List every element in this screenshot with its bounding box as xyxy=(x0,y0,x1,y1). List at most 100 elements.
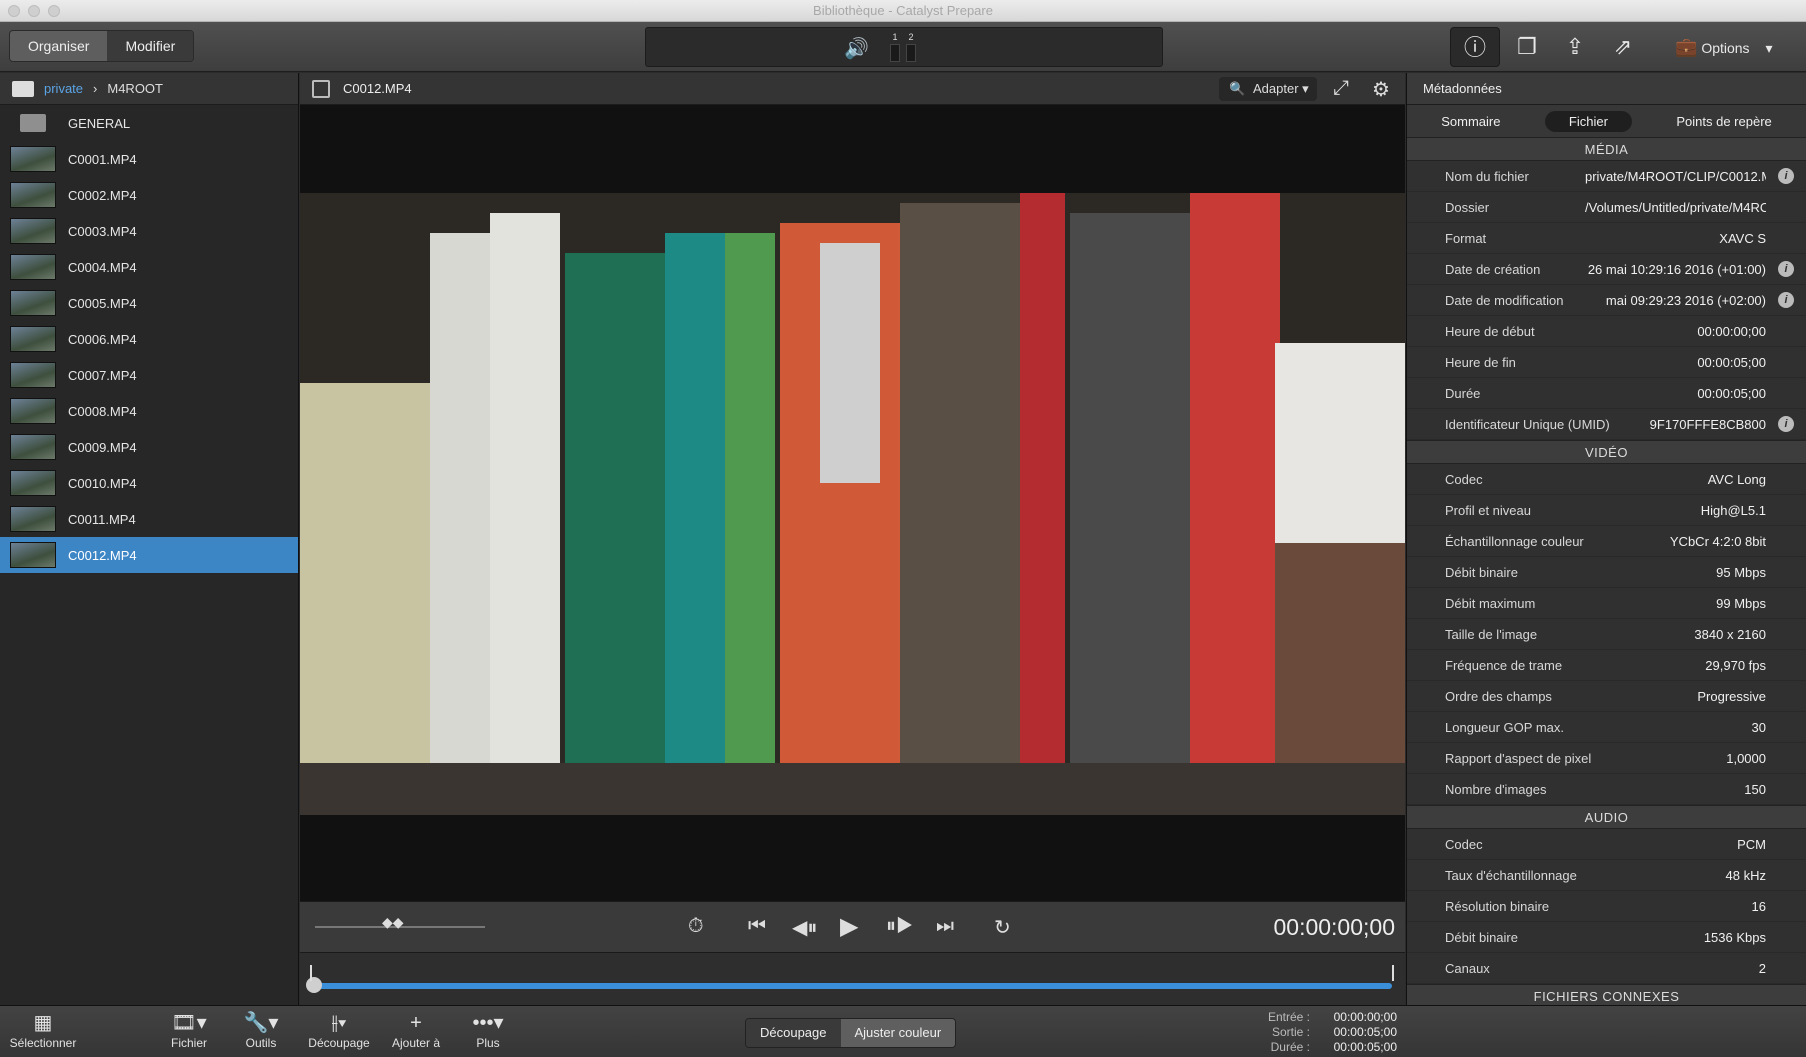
audio-meter-channel-2: 2 xyxy=(906,32,916,62)
channel-label: 1 xyxy=(892,32,898,42)
close-window-button[interactable] xyxy=(8,5,20,17)
step-forward-icon[interactable]: ⏸▶ xyxy=(886,915,914,938)
adjust-color-button[interactable]: Ajuster couleur xyxy=(840,1019,956,1047)
info-icon[interactable]: ⓘ xyxy=(1450,27,1500,67)
metadata-row: Format XAVC S xyxy=(1407,223,1806,254)
metadata-value: 9F170FFFE8CB800 xyxy=(1649,416,1766,432)
minimize-window-button[interactable] xyxy=(28,5,40,17)
select-button[interactable]: ▦ Sélectionner xyxy=(8,1010,78,1050)
metadata-key: Heure de fin xyxy=(1445,354,1516,370)
zoom-label: Adapter xyxy=(1253,81,1299,96)
metadata-row: Débit maximum 99 Mbps xyxy=(1407,588,1806,619)
zoom-window-button[interactable] xyxy=(48,5,60,17)
file-item[interactable]: C0008.MP4 xyxy=(0,393,298,429)
file-item[interactable]: C0011.MP4 xyxy=(0,501,298,537)
mode-organiser-button[interactable]: Organiser xyxy=(10,31,108,61)
tools-label: Outils xyxy=(245,1036,277,1050)
window-controls[interactable] xyxy=(8,5,60,17)
file-item[interactable]: C0002.MP4 xyxy=(0,177,298,213)
in-point-marker[interactable] xyxy=(310,965,312,981)
inout-values: 00:00:00;00 00:00:05;00 00:00:05;00 xyxy=(1322,1010,1397,1055)
file-item[interactable]: C0006.MP4 xyxy=(0,321,298,357)
clip-thumbnail xyxy=(10,182,56,208)
share-icon[interactable]: ⇗ xyxy=(1608,27,1638,67)
file-item[interactable]: C0001.MP4 xyxy=(0,141,298,177)
metadata-row: Résolution binaire 16 xyxy=(1407,891,1806,922)
metadata-row: Identificateur Unique (UMID) 9F170FFFE8CB… xyxy=(1407,409,1806,440)
folder-item[interactable]: GENERAL xyxy=(0,105,298,141)
step-back-icon[interactable]: ◀⏸ xyxy=(792,915,817,940)
info-icon[interactable]: i xyxy=(1778,168,1794,184)
breadcrumb-current[interactable]: M4ROOT xyxy=(107,81,163,96)
options-button[interactable]: 💼 Options ▾ xyxy=(1675,27,1772,67)
timeline-scrubber[interactable] xyxy=(300,953,1405,1005)
out-value: 00:00:05;00 xyxy=(1333,1025,1397,1039)
grid-icon: ▦ xyxy=(33,1012,53,1034)
video-frame[interactable] xyxy=(300,193,1405,815)
metadata-value: 00:00:05;00 xyxy=(1697,354,1766,370)
more-label: Plus xyxy=(476,1036,500,1050)
metadata-value: 99 Mbps xyxy=(1716,595,1766,611)
sidebar-toggle-icon[interactable] xyxy=(312,80,330,98)
zoom-dropdown[interactable]: 🔍 Adapter ▾ xyxy=(1219,77,1317,101)
timecode-display: 00:00:00;00 xyxy=(1273,914,1395,940)
timeline-range-bar[interactable] xyxy=(312,983,1392,989)
metadata-key: Heure de début xyxy=(1445,323,1535,339)
file-item[interactable]: C0010.MP4 xyxy=(0,465,298,501)
metadata-key: Codec xyxy=(1445,836,1483,852)
loop-icon[interactable]: ↻ xyxy=(994,915,1011,940)
tab-points-de-repere[interactable]: Points de repère xyxy=(1652,111,1795,132)
metadata-key: Canaux xyxy=(1445,960,1490,976)
metadata-value: AVC Long xyxy=(1707,471,1766,487)
info-icon[interactable]: i xyxy=(1778,416,1794,432)
file-name: C0011.MP4 xyxy=(68,511,136,527)
file-item[interactable]: C0003.MP4 xyxy=(0,213,298,249)
metadata-row: Heure de début 00:00:00;00 xyxy=(1407,316,1806,347)
metadata-row: Fréquence de trame 29,970 fps xyxy=(1407,650,1806,681)
play-icon[interactable]: ▶ xyxy=(840,912,858,941)
metadata-row: Longueur GOP max. 30 xyxy=(1407,712,1806,743)
split-icon: ⫲▾ xyxy=(331,1012,347,1034)
info-icon[interactable]: i xyxy=(1778,261,1794,277)
info-icon[interactable]: i xyxy=(1778,292,1794,308)
clip-thumbnail xyxy=(10,398,56,424)
wrench-icon: 🔧▾ xyxy=(243,1012,279,1034)
file-button[interactable]: 🎞▾ Fichier xyxy=(164,1010,214,1050)
file-item[interactable]: C0004.MP4 xyxy=(0,249,298,285)
upload-icon[interactable]: ⇪ xyxy=(1560,27,1590,67)
breadcrumb-private[interactable]: private xyxy=(44,81,83,96)
window-titlebar: Bibliothèque - Catalyst Prepare xyxy=(0,0,1806,22)
add-to-button[interactable]: + Ajouter à xyxy=(386,1010,446,1050)
metadata-row: Heure de fin 00:00:05;00 xyxy=(1407,347,1806,378)
metadata-title: Métadonnées xyxy=(1407,73,1806,105)
chevron-right-icon: › xyxy=(93,81,98,96)
jog-handle-icon[interactable]: ◆◆ xyxy=(382,914,404,931)
out-point-marker[interactable] xyxy=(1392,965,1394,981)
timer-icon[interactable]: ⏱ xyxy=(688,915,704,938)
playhead-handle[interactable] xyxy=(306,977,322,993)
tab-sommaire[interactable]: Sommaire xyxy=(1417,111,1524,132)
mode-switcher[interactable]: Organiser Modifier xyxy=(9,30,195,62)
metadata-value: 26 mai 10:29:16 2016 (+01:00) xyxy=(1587,261,1766,277)
file-item[interactable]: C0009.MP4 xyxy=(0,429,298,465)
more-button[interactable]: •••▾ Plus xyxy=(466,1010,510,1050)
file-item[interactable]: C0007.MP4 xyxy=(0,357,298,393)
file-item[interactable]: C0005.MP4 xyxy=(0,285,298,321)
metadata-value: YCbCr 4:2:0 8bit xyxy=(1669,533,1766,549)
fullscreen-icon[interactable]: ⤢ xyxy=(1333,77,1349,100)
tools-button[interactable]: 🔧▾ Outils xyxy=(236,1010,286,1050)
metadata-value: High@L5.1 xyxy=(1700,502,1766,518)
edit-mode-switcher[interactable]: Découpage Ajuster couleur xyxy=(745,1018,957,1048)
skip-to-start-icon[interactable]: ⏮ xyxy=(748,915,766,938)
metadata-value: 1536 Kbps xyxy=(1703,929,1766,945)
tab-fichier[interactable]: Fichier xyxy=(1544,110,1632,132)
cut-button[interactable]: ⫲▾ Découpage xyxy=(304,1010,374,1050)
file-item[interactable]: C0012.MP4 xyxy=(0,537,298,573)
speaker-icon[interactable]: 🔊 xyxy=(844,36,869,61)
mode-modifier-button[interactable]: Modifier xyxy=(107,31,194,61)
gear-icon[interactable]: ⚙ xyxy=(1372,77,1390,102)
cut-mode-button[interactable]: Découpage xyxy=(746,1019,841,1047)
skip-to-end-icon[interactable]: ⏭ xyxy=(936,915,954,938)
copy-icon[interactable]: ❐ xyxy=(1512,27,1542,67)
breadcrumb: private › M4ROOT xyxy=(0,73,298,105)
